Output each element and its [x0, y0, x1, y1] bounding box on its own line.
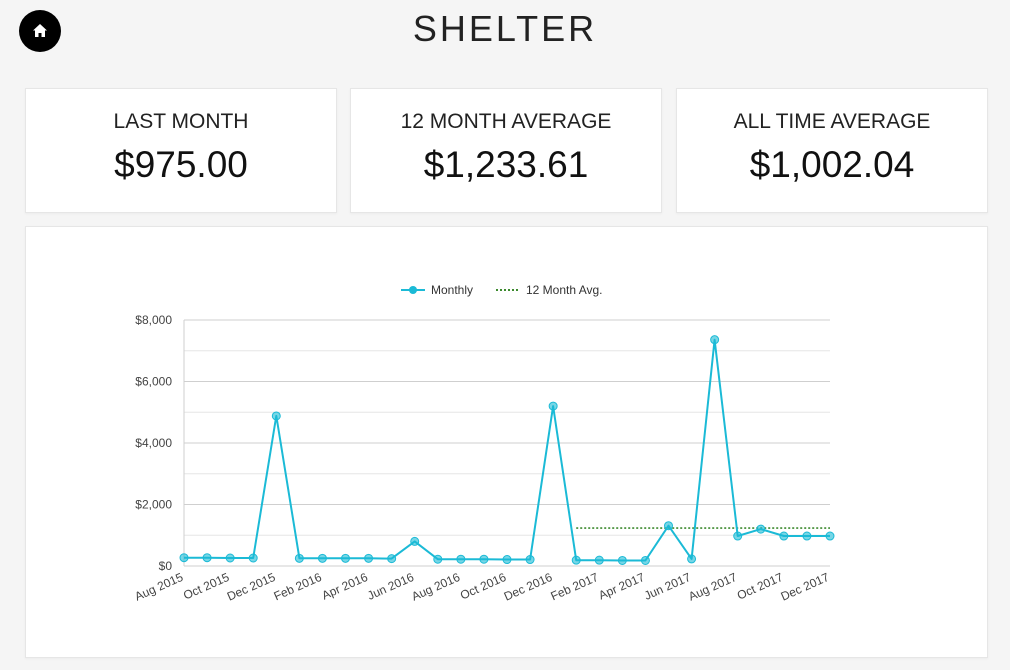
monthly-point[interactable]: [294, 553, 304, 563]
y-tick-label: $0: [159, 559, 173, 573]
x-tick-label: Apr 2016: [320, 570, 370, 603]
monthly-point[interactable]: [664, 521, 673, 531]
monthly-point[interactable]: [733, 531, 743, 541]
monthly-point[interactable]: [502, 555, 512, 565]
monthly-point[interactable]: [825, 531, 835, 541]
stat-value: $975.00: [114, 144, 248, 185]
stat-label: ALL TIME AVERAGE: [733, 110, 931, 133]
x-tick-label: Dec 2017: [779, 570, 832, 604]
monthly-series: [179, 335, 835, 565]
chart-card: Monthly 12 Month Avg. $0 $2,000 $4,000 $6,0…: [25, 226, 988, 658]
x-tick-label: Feb 2016: [272, 570, 324, 604]
monthly-point[interactable]: [433, 554, 443, 564]
stat-label: 12 MONTH AVERAGE: [400, 110, 612, 133]
monthly-point[interactable]: [479, 554, 489, 564]
monthly-point[interactable]: [317, 553, 327, 563]
monthly-point[interactable]: [225, 553, 235, 563]
monthly-point[interactable]: [410, 536, 420, 546]
y-axis: $0 $2,000 $4,000 $6,000 $8,000: [135, 313, 185, 573]
y-tick-label: $2,000: [135, 498, 172, 512]
x-tick-label: Feb 2017: [548, 570, 600, 604]
monthly-point[interactable]: [525, 555, 535, 565]
monthly-point[interactable]: [341, 553, 350, 563]
legend-label: 12 Month Avg.: [526, 283, 603, 297]
x-tick-label: Oct 2017: [735, 570, 785, 603]
y-tick-label: $8,000: [135, 313, 172, 327]
x-tick-label: Aug 2016: [409, 570, 462, 604]
monthly-point[interactable]: [640, 555, 650, 565]
x-tick-label: Apr 2017: [596, 570, 646, 603]
stat-card-12-month-average: 12 MONTH AVERAGE $1,233.61: [350, 88, 662, 213]
stat-card-all-time-average: ALL TIME AVERAGE $1,002.04: [676, 88, 988, 213]
monthly-point[interactable]: [387, 554, 397, 564]
monthly-point[interactable]: [548, 401, 558, 411]
stat-value: $1,002.04: [749, 144, 915, 185]
x-tick-label: Jun 2017: [642, 570, 693, 603]
stat-label: LAST MONTH: [113, 110, 249, 133]
x-tick-label: Oct 2015: [181, 570, 231, 603]
chart-legend: Monthly 12 Month Avg.: [401, 283, 603, 297]
page-title: SHELTER: [412, 8, 598, 49]
monthly-point[interactable]: [179, 553, 189, 563]
line-chart: Monthly 12 Month Avg. $0 $2,000 $4,000 $6,0…: [133, 283, 835, 604]
monthly-point[interactable]: [202, 553, 212, 563]
monthly-point[interactable]: [687, 554, 697, 564]
x-tick-label: Dec 2015: [225, 570, 278, 604]
x-tick-label: Dec 2016: [502, 570, 555, 604]
stat-value: $1,233.61: [423, 144, 589, 185]
monthly-point[interactable]: [271, 411, 281, 421]
x-tick-label: Jun 2016: [365, 570, 416, 603]
x-tick-label: Oct 2016: [458, 570, 508, 603]
monthly-point[interactable]: [779, 531, 789, 541]
monthly-point[interactable]: [594, 555, 604, 565]
y-tick-label: $4,000: [135, 436, 172, 450]
monthly-point[interactable]: [364, 553, 374, 563]
y-tick-label: $6,000: [135, 375, 172, 389]
monthly-point[interactable]: [802, 531, 812, 541]
x-axis: Aug 2015Oct 2015Dec 2015Feb 2016Apr 2016…: [133, 570, 832, 604]
monthly-point[interactable]: [617, 555, 627, 565]
legend-item-monthly[interactable]: Monthly: [401, 283, 473, 297]
monthly-point[interactable]: [571, 555, 581, 565]
stat-card-last-month: LAST MONTH $975.00: [25, 88, 337, 213]
monthly-point[interactable]: [710, 335, 720, 345]
legend-item-12-month-avg[interactable]: 12 Month Avg.: [496, 283, 603, 297]
monthly-point[interactable]: [248, 553, 258, 563]
monthly-point[interactable]: [756, 524, 766, 534]
x-tick-label: Aug 2015: [133, 570, 186, 604]
legend-label: Monthly: [431, 283, 473, 297]
monthly-point[interactable]: [456, 554, 466, 564]
x-tick-label: Aug 2017: [686, 570, 739, 604]
